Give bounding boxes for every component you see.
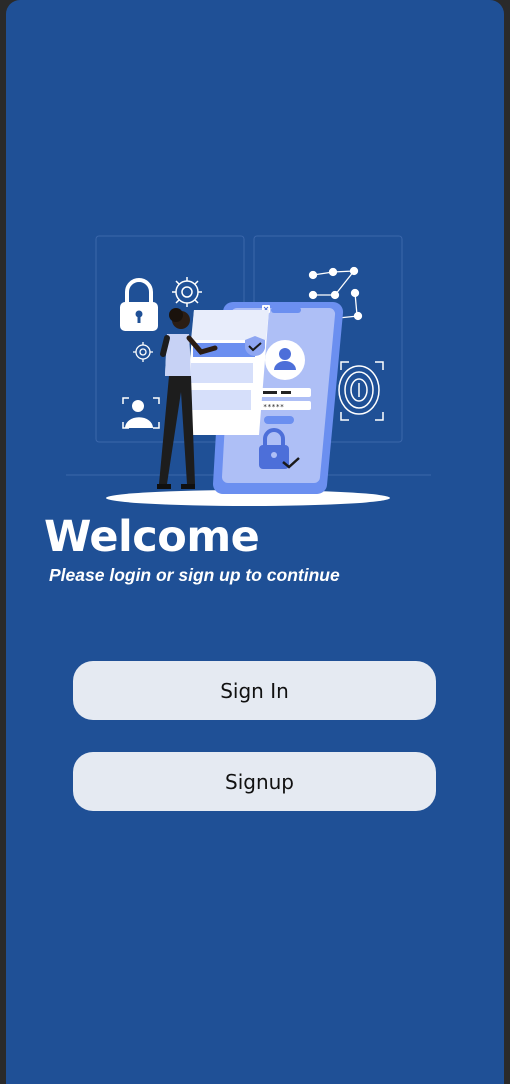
sign-up-button[interactable]: Signup: [73, 752, 436, 811]
padlock-icon: [120, 278, 158, 331]
login-card-illustration: [184, 310, 269, 435]
welcome-title: Welcome: [44, 512, 260, 562]
welcome-subtitle: Please login or sign up to continue: [49, 565, 340, 585]
svg-text:*****: *****: [263, 403, 284, 411]
gear-icon: [172, 277, 202, 307]
sign-in-button[interactable]: Sign In: [73, 661, 436, 720]
face-scan-icon: [122, 397, 160, 429]
fingerprint-icon: [338, 361, 384, 421]
security-login-illustration: *****: [66, 235, 431, 506]
small-gear-icon: [133, 342, 153, 362]
app-screen: ***** Welcome Please login or sign up to…: [6, 0, 504, 1084]
